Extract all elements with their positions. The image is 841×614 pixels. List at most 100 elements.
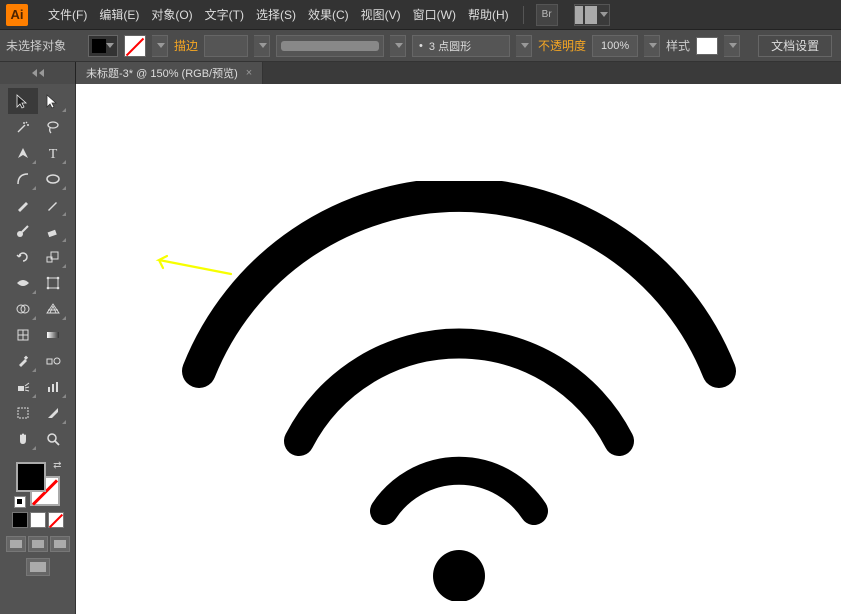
free-transform-tool[interactable] <box>38 270 68 296</box>
bridge-button[interactable]: Br <box>536 4 558 26</box>
variable-width-profile[interactable] <box>276 35 384 57</box>
style-label: 样式 <box>666 37 690 54</box>
artboard-tool[interactable] <box>8 400 38 426</box>
menu-effect[interactable]: 效果(C) <box>302 0 355 30</box>
stroke-weight-input[interactable] <box>205 40 247 52</box>
swap-fill-stroke-icon[interactable]: ⇄ <box>53 460 61 471</box>
bridge-label: Br <box>542 9 552 20</box>
graphic-style-swatch[interactable] <box>696 37 718 55</box>
document-tab[interactable]: 未标题-3* @ 150% (RGB/预览) × <box>76 62 263 84</box>
opacity-dropdown[interactable] <box>644 35 660 57</box>
blend-tool[interactable] <box>38 348 68 374</box>
chevron-down-icon <box>600 12 608 17</box>
gradient-tool[interactable] <box>38 322 68 348</box>
main-area: T <box>0 84 841 614</box>
eyedropper-tool[interactable] <box>8 348 38 374</box>
pen-tool[interactable] <box>8 140 38 166</box>
shape-builder-tool[interactable] <box>8 296 38 322</box>
layout-icon <box>575 6 597 24</box>
mesh-tool[interactable] <box>8 322 38 348</box>
stroke-profile-icon <box>281 41 379 51</box>
type-tool[interactable]: T <box>38 140 68 166</box>
chevron-down-icon <box>395 43 403 48</box>
tools-panel: T <box>0 84 76 614</box>
graphic-style-dropdown[interactable] <box>724 35 740 57</box>
ellipse-tool[interactable] <box>38 166 68 192</box>
fill-stroke-control[interactable]: ⇄ <box>16 462 60 506</box>
stroke-none-swatch[interactable] <box>124 35 146 57</box>
perspective-grid-tool[interactable] <box>38 296 68 322</box>
menu-edit[interactable]: 编辑(E) <box>93 0 145 30</box>
fill-swatch-large[interactable] <box>16 462 46 492</box>
lasso-tool[interactable] <box>38 114 68 140</box>
chevron-down-icon <box>259 43 267 48</box>
brush-name: 3 点圆形 <box>429 38 471 54</box>
app-logo: Ai <box>6 4 28 26</box>
opacity-field[interactable] <box>592 35 638 57</box>
brush-bullet: • <box>419 40 423 52</box>
tools-panel-collapse[interactable] <box>0 62 76 84</box>
menubar: Ai 文件(F) 编辑(E) 对象(O) 文字(T) 选择(S) 效果(C) 视… <box>0 0 841 30</box>
document-setup-button[interactable]: 文档设置 <box>758 35 832 57</box>
slice-tool[interactable] <box>38 400 68 426</box>
stroke-weight-field[interactable] <box>204 35 248 57</box>
default-fill-stroke-icon[interactable] <box>14 496 26 508</box>
width-tool[interactable] <box>8 270 38 296</box>
menu-type[interactable]: 文字(T) <box>199 0 250 30</box>
screen-mode-button[interactable] <box>26 558 50 576</box>
column-graph-tool[interactable] <box>38 374 68 400</box>
chevron-down-icon <box>521 43 529 48</box>
menu-object[interactable]: 对象(O) <box>145 0 198 30</box>
fill-swatch[interactable] <box>88 35 118 57</box>
brush-definition[interactable]: • 3 点圆形 <box>412 35 510 57</box>
stroke-weight-dropdown[interactable] <box>254 35 270 57</box>
menu-select[interactable]: 选择(S) <box>250 0 302 30</box>
opacity-input[interactable] <box>593 40 637 52</box>
hand-tool[interactable] <box>8 426 38 452</box>
blob-brush-tool[interactable] <box>8 218 38 244</box>
menu-file[interactable]: 文件(F) <box>42 0 93 30</box>
direct-selection-tool[interactable] <box>38 88 68 114</box>
opacity-label[interactable]: 不透明度 <box>538 37 586 54</box>
menu-help[interactable]: 帮助(H) <box>462 0 515 30</box>
close-icon[interactable]: × <box>246 67 252 79</box>
chevron-down-icon <box>649 43 657 48</box>
control-bar: 未选择对象 描边 • 3 点圆形 不透明度 样式 文档设置 <box>0 30 841 62</box>
magic-wand-tool[interactable] <box>8 114 38 140</box>
workspace-layout-button[interactable] <box>574 4 610 26</box>
screen-mode-row <box>0 536 75 552</box>
draw-behind-icon[interactable] <box>28 536 48 552</box>
pencil-tool[interactable] <box>38 192 68 218</box>
eraser-tool[interactable] <box>38 218 68 244</box>
chevron-down-icon <box>157 43 165 48</box>
color-mode-color[interactable] <box>12 512 28 528</box>
menu-window[interactable]: 窗口(W) <box>407 0 462 30</box>
fill-color-icon <box>92 39 106 53</box>
symbol-sprayer-tool[interactable] <box>8 374 38 400</box>
menu-view[interactable]: 视图(V) <box>355 0 407 30</box>
brush-dropdown[interactable] <box>516 35 532 57</box>
document-tab-bar: 未标题-3* @ 150% (RGB/预览) × <box>0 62 841 84</box>
zoom-tool[interactable] <box>38 426 68 452</box>
color-mode-gradient[interactable] <box>30 512 46 528</box>
chevron-down-icon <box>729 43 737 48</box>
line-tool[interactable] <box>8 166 38 192</box>
scale-tool[interactable] <box>38 244 68 270</box>
draw-normal-icon[interactable] <box>6 536 26 552</box>
chevron-left-icon <box>39 69 44 77</box>
variable-width-dropdown[interactable] <box>390 35 406 57</box>
stroke-label[interactable]: 描边 <box>174 37 198 54</box>
wifi-artwork <box>149 181 769 601</box>
selection-status: 未选择对象 <box>6 37 66 54</box>
chevron-down-icon <box>106 43 114 48</box>
draw-inside-icon[interactable] <box>50 536 70 552</box>
canvas[interactable] <box>76 84 841 614</box>
paintbrush-tool[interactable] <box>8 192 38 218</box>
color-mode-none[interactable] <box>48 512 64 528</box>
selection-tool[interactable] <box>8 88 38 114</box>
rotate-tool[interactable] <box>8 244 38 270</box>
stroke-swatch-dropdown[interactable] <box>152 35 168 57</box>
document-tab-title: 未标题-3* @ 150% (RGB/预览) <box>86 65 238 81</box>
svg-text:T: T <box>48 147 57 161</box>
color-mode-row <box>0 512 75 528</box>
